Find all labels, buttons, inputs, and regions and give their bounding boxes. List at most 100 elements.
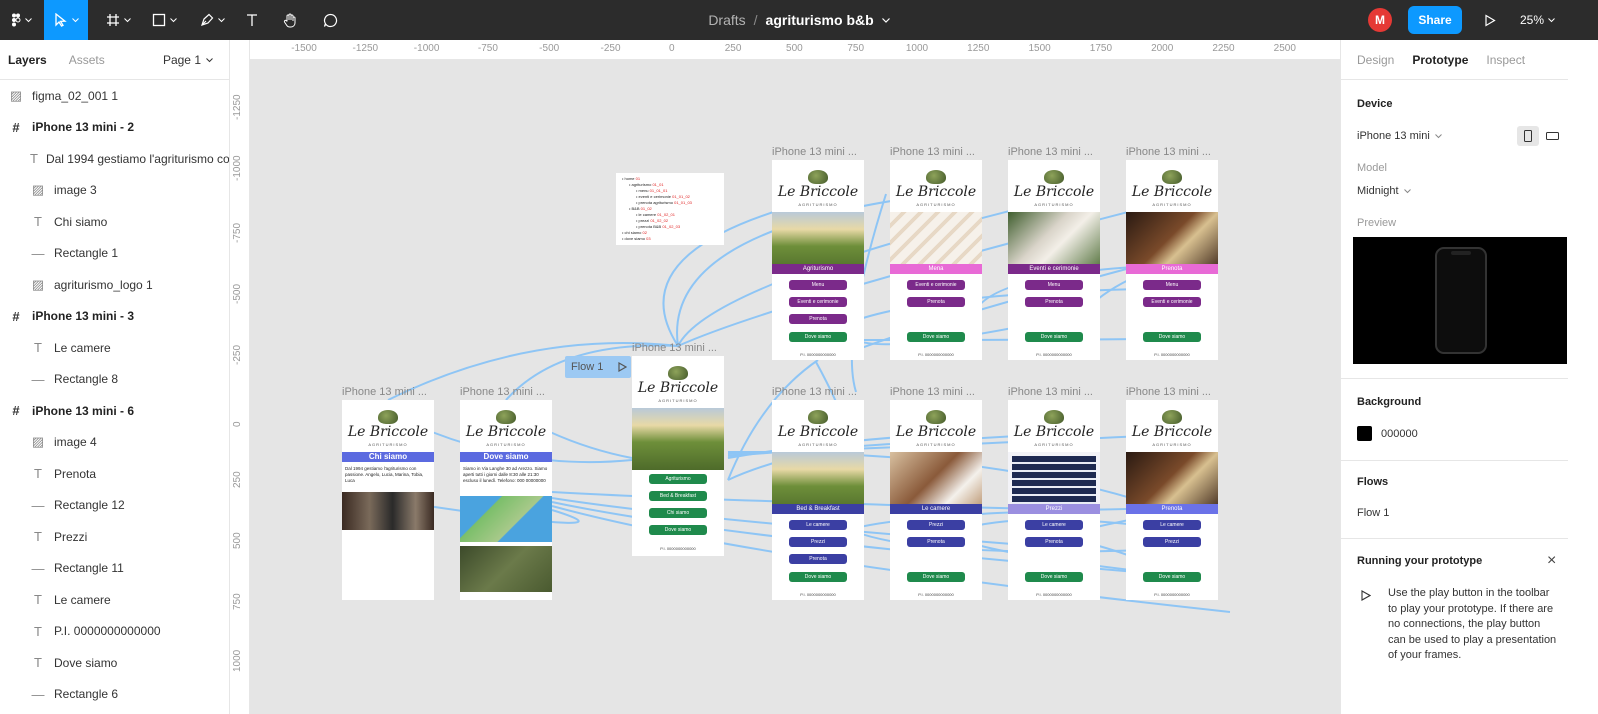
frame-label-prenota-agri[interactable]: iPhone 13 mini ... [1126, 146, 1211, 158]
dove-siamo-button[interactable]: Dove siamo [649, 525, 707, 535]
prezzi-button[interactable]: Prezzi [907, 520, 965, 530]
move-tool-button[interactable] [44, 0, 88, 40]
frame-menu[interactable]: Le Briccole AGRITURISMO Mena Eventi e cer… [890, 160, 982, 360]
tab-design[interactable]: Design [1357, 53, 1394, 67]
chi-siamo-button[interactable]: Chi siamo [649, 508, 707, 518]
device-select[interactable]: iPhone 13 mini [1357, 130, 1442, 142]
frame-home[interactable]: Le Briccole AGRITURISMO Agriturismo Bed &… [632, 356, 724, 556]
prenota-button[interactable]: Prenota [1025, 537, 1083, 547]
menu-button[interactable]: Menu [789, 280, 847, 290]
breadcrumb-drafts[interactable]: Drafts [708, 12, 745, 28]
frame-prenota-bnb[interactable]: Le Briccole AGRITURISMO Prenota Le camere… [1126, 400, 1218, 600]
agriturismo-button[interactable]: Agriturismo [649, 474, 707, 484]
tab-prototype[interactable]: Prototype [1412, 53, 1468, 67]
main-menu-button[interactable] [6, 0, 36, 40]
prenota-button[interactable]: Prenota [907, 297, 965, 307]
bnb-button[interactable]: Bed & Breakfast [649, 491, 707, 501]
dove-siamo-button[interactable]: Dove siamo [789, 572, 847, 582]
layer-item[interactable]: ▨ agriturismo_logo 1 [0, 269, 229, 301]
present-button[interactable] [1478, 0, 1502, 40]
prenota-button[interactable]: Prenota [789, 554, 847, 564]
prenota-button[interactable]: Prenota [907, 537, 965, 547]
layer-item[interactable]: — Rectangle 8 [0, 364, 229, 396]
frame-tool-button[interactable] [100, 0, 136, 40]
layer-item[interactable]: ▨ image 4 [0, 427, 229, 459]
dove-siamo-button[interactable]: Dove siamo [1143, 572, 1201, 582]
tab-inspect[interactable]: Inspect [1486, 53, 1525, 67]
layer-item[interactable]: # iPhone 13 mini - 3 [0, 301, 229, 333]
frame-prenota-agriturismo[interactable]: Le Briccole AGRITURISMO Prenota Menu Even… [1126, 160, 1218, 360]
model-select[interactable]: Midnight [1357, 185, 1411, 197]
dove-siamo-button[interactable]: Dove siamo [907, 332, 965, 342]
page-selector[interactable]: Page 1 [163, 40, 213, 80]
layer-item[interactable]: T Dal 1994 gestiamo l'agriturismo con pas… [0, 143, 229, 175]
layer-item[interactable]: — Rectangle 12 [0, 490, 229, 522]
frame-label-dove-siamo[interactable]: iPhone 13 mini ... [460, 386, 545, 398]
background-color-swatch[interactable] [1357, 426, 1372, 441]
frame-label-eventi[interactable]: iPhone 13 mini ... [1008, 146, 1093, 158]
eventi-button[interactable]: Eventi e cerimonie [1143, 297, 1201, 307]
frame-label-camere[interactable]: iPhone 13 mini ... [890, 386, 975, 398]
layer-item[interactable]: ▨ image 3 [0, 175, 229, 207]
menu-button[interactable]: Menu [1025, 280, 1083, 290]
layer-item[interactable]: — Rectangle 6 [0, 679, 229, 711]
le-camere-button[interactable]: Le camere [1025, 520, 1083, 530]
dove-siamo-button[interactable]: Dove siamo [1025, 332, 1083, 342]
dove-siamo-button[interactable]: Dove siamo [789, 332, 847, 342]
layer-item[interactable]: T Le camere [0, 584, 229, 616]
tab-layers[interactable]: Layers [8, 53, 47, 67]
layer-item[interactable]: ▨ figma_02_001 1 [0, 80, 229, 112]
frame-label-menu[interactable]: iPhone 13 mini ... [890, 146, 975, 158]
shape-tool-button[interactable] [146, 0, 182, 40]
chevron-down-icon[interactable] [881, 17, 890, 23]
frame-eventi[interactable]: Le Briccole AGRITURISMO Eventi e cerimoni… [1008, 160, 1100, 360]
frame-label-prezzi[interactable]: iPhone 13 mini ... [1008, 386, 1093, 398]
dove-siamo-button[interactable]: Dove siamo [1143, 332, 1201, 342]
landscape-toggle[interactable] [1541, 126, 1563, 146]
layer-item[interactable]: # iPhone 13 mini - 6 [0, 395, 229, 427]
file-name[interactable]: agriturismo b&b [766, 12, 874, 28]
zoom-level[interactable]: 25% [1520, 0, 1555, 40]
layer-item[interactable]: T Le camere [0, 332, 229, 364]
layer-item[interactable]: T Dove siamo [0, 647, 229, 679]
flow-starting-point[interactable]: Flow 1 [565, 356, 631, 378]
prenota-button[interactable]: Prenota [1025, 297, 1083, 307]
close-icon[interactable]: × [1547, 553, 1556, 569]
sitemap-image[interactable]: • home 01 • agriturismo 01_01 • menu 01_01… [616, 173, 724, 245]
le-camere-button[interactable]: Le camere [1143, 520, 1201, 530]
frame-le-camere[interactable]: Le Briccole AGRITURISMO Le camere Prezzi … [890, 400, 982, 600]
layer-item[interactable]: T P.I. 0000000000000 [0, 616, 229, 648]
prezzi-button[interactable]: Prezzi [789, 537, 847, 547]
eventi-button[interactable]: Eventi e cerimonie [907, 280, 965, 290]
flow-item[interactable]: Flow 1 [1357, 507, 1389, 519]
prezzi-button[interactable]: Prezzi [1143, 537, 1201, 547]
frame-label-prenota-bnb[interactable]: iPhone 13 mini ... [1126, 386, 1211, 398]
prenota-button[interactable]: Prenota [789, 314, 847, 324]
background-hex-value[interactable]: 000000 [1381, 428, 1418, 440]
frame-label-agriturismo[interactable]: iPhone 13 mini ... [772, 146, 857, 158]
frame-label-bnb[interactable]: iPhone 13 mini ... [772, 386, 857, 398]
pen-tool-button[interactable] [194, 0, 230, 40]
design-canvas[interactable]: -1500 -1250 -1000 -750 -500 -250 0 250 500 750 100… [230, 40, 1340, 714]
tab-assets[interactable]: Assets [69, 53, 105, 67]
text-tool-button[interactable] [238, 0, 266, 40]
eventi-button[interactable]: Eventi e cerimonie [789, 297, 847, 307]
layer-item[interactable]: T Prenota [0, 458, 229, 490]
frame-label-home[interactable]: iPhone 13 mini ... [632, 342, 717, 354]
user-avatar[interactable]: M [1368, 8, 1392, 32]
frame-agriturismo[interactable]: Le Briccole AGRITURISMO Agriturismo Menu … [772, 160, 864, 360]
frame-bnb[interactable]: Le Briccole AGRITURISMO Bed & Breakfast L… [772, 400, 864, 600]
menu-button[interactable]: Menu [1143, 280, 1201, 290]
le-camere-button[interactable]: Le camere [789, 520, 847, 530]
hand-tool-button[interactable] [274, 0, 306, 40]
layer-item[interactable]: — Rectangle 11 [0, 553, 229, 585]
portrait-toggle[interactable] [1517, 126, 1539, 146]
dove-siamo-button[interactable]: Dove siamo [1025, 572, 1083, 582]
layer-item[interactable]: T Chi siamo [0, 206, 229, 238]
share-button[interactable]: Share [1408, 6, 1462, 34]
frame-dove-siamo[interactable]: Le Briccole AGRITURISMO Dove siamo Siamo … [460, 400, 552, 600]
layer-item[interactable]: T Prezzi [0, 521, 229, 553]
dove-siamo-button[interactable]: Dove siamo [907, 572, 965, 582]
layer-item[interactable]: — Rectangle 1 [0, 238, 229, 270]
frame-label-chi-siamo[interactable]: iPhone 13 mini ... [342, 386, 427, 398]
